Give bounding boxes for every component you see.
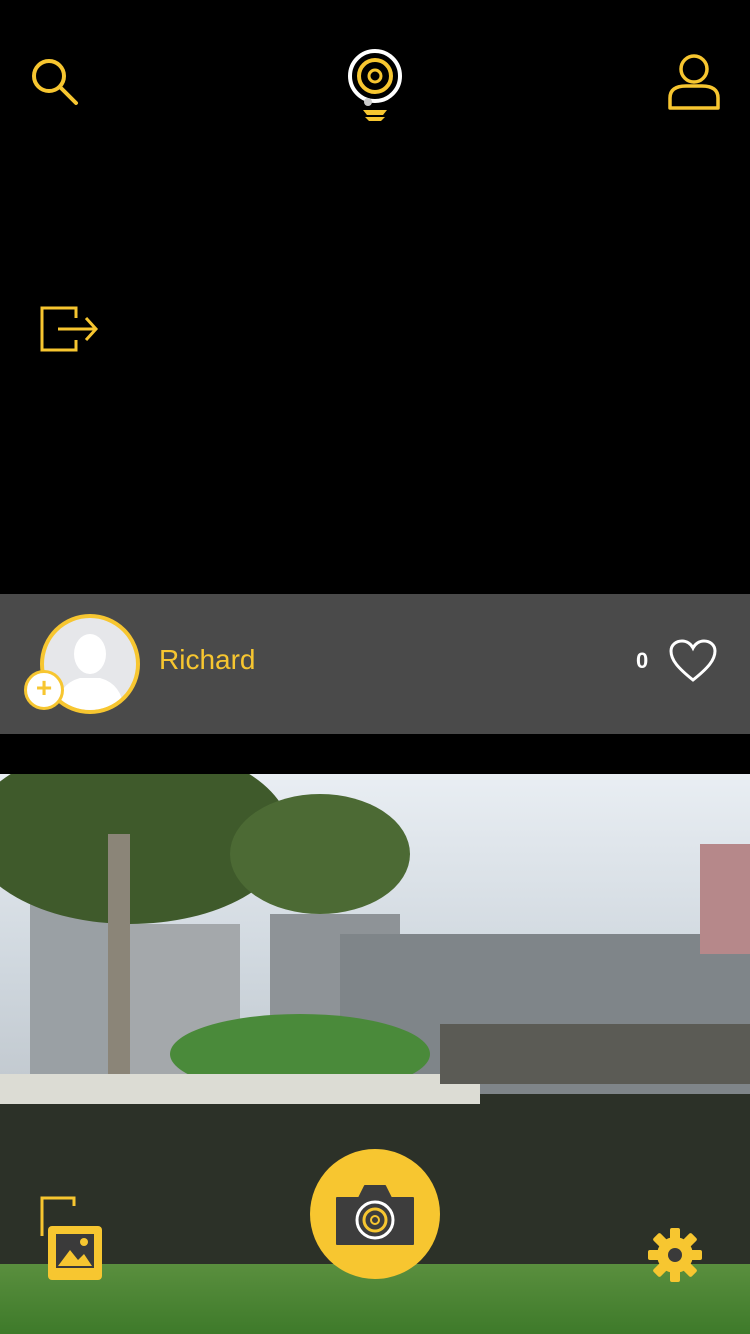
camera-button[interactable]	[310, 1149, 440, 1279]
add-photo-button[interactable]: +	[24, 670, 64, 710]
app-logo[interactable]	[343, 44, 407, 124]
photo-roof	[440, 1024, 750, 1084]
logout-icon	[40, 306, 99, 352]
gallery-button[interactable]	[38, 1196, 108, 1286]
search-icon	[32, 59, 78, 105]
username[interactable]: Richard	[159, 644, 255, 676]
likes-count: 0	[636, 648, 649, 673]
user-card: + Richard 0	[0, 594, 750, 734]
heart-icon[interactable]	[668, 638, 718, 684]
gallery-icon	[40, 1196, 102, 1280]
search-button[interactable]	[28, 55, 82, 109]
plus-icon: +	[35, 672, 53, 703]
avatar-container[interactable]: +	[24, 614, 140, 714]
app-logo-icon	[348, 49, 402, 121]
gear-icon	[648, 1228, 702, 1282]
user-profile-icon	[668, 54, 720, 110]
app-screen: + Richard 0	[0, 0, 750, 1334]
camera-icon	[336, 1185, 414, 1245]
logout-button[interactable]	[38, 304, 102, 356]
photo-roof	[0, 1074, 480, 1104]
profile-button[interactable]	[664, 52, 724, 112]
settings-button[interactable]	[646, 1226, 704, 1284]
